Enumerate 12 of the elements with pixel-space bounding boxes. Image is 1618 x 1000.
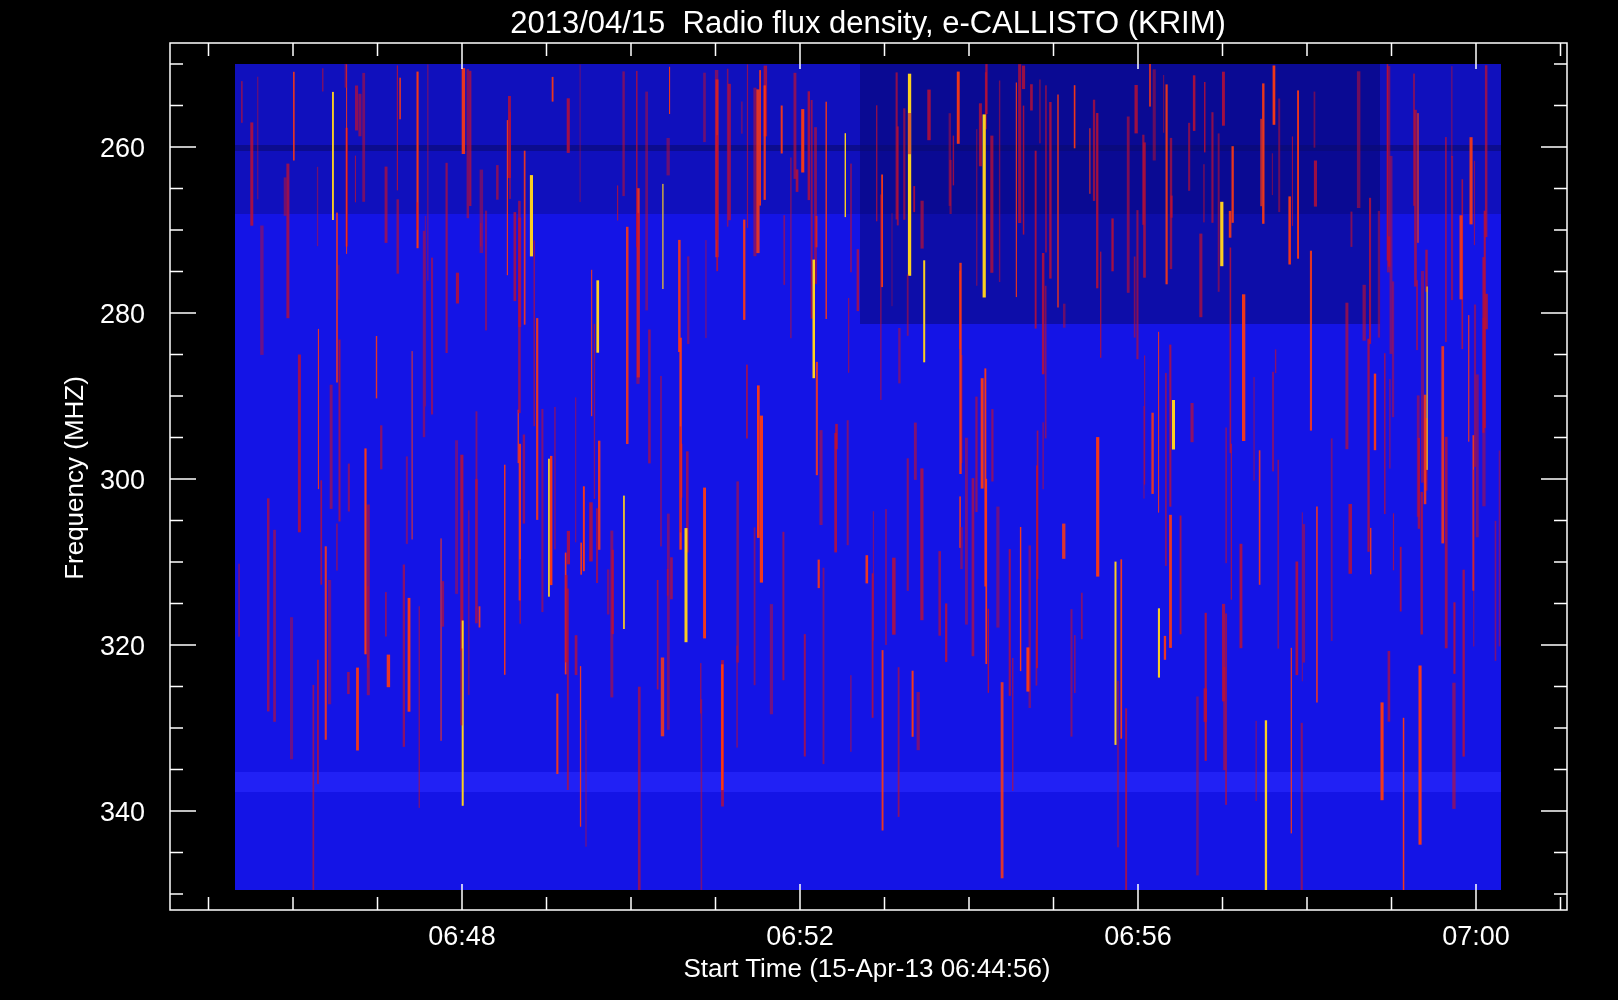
- tick-label: 06:56: [1104, 921, 1172, 951]
- axis-label: Frequency (MHZ): [59, 376, 89, 580]
- tick-label: 320: [99, 631, 145, 661]
- axis-label: Start Time (15-Apr-13 06:44:56): [683, 953, 1051, 983]
- tick-label: 06:52: [766, 921, 834, 951]
- tick-label: 06:48: [428, 921, 496, 951]
- tick-label: 340: [99, 797, 145, 827]
- tick-label: 07:00: [1442, 921, 1510, 951]
- chart-title: 2013/04/15 Radio flux density, e-CALLISTO (KRIM): [510, 5, 1226, 40]
- tick-label: 280: [99, 299, 145, 329]
- tick-label: 300: [99, 465, 145, 495]
- tick-label: 260: [99, 133, 145, 163]
